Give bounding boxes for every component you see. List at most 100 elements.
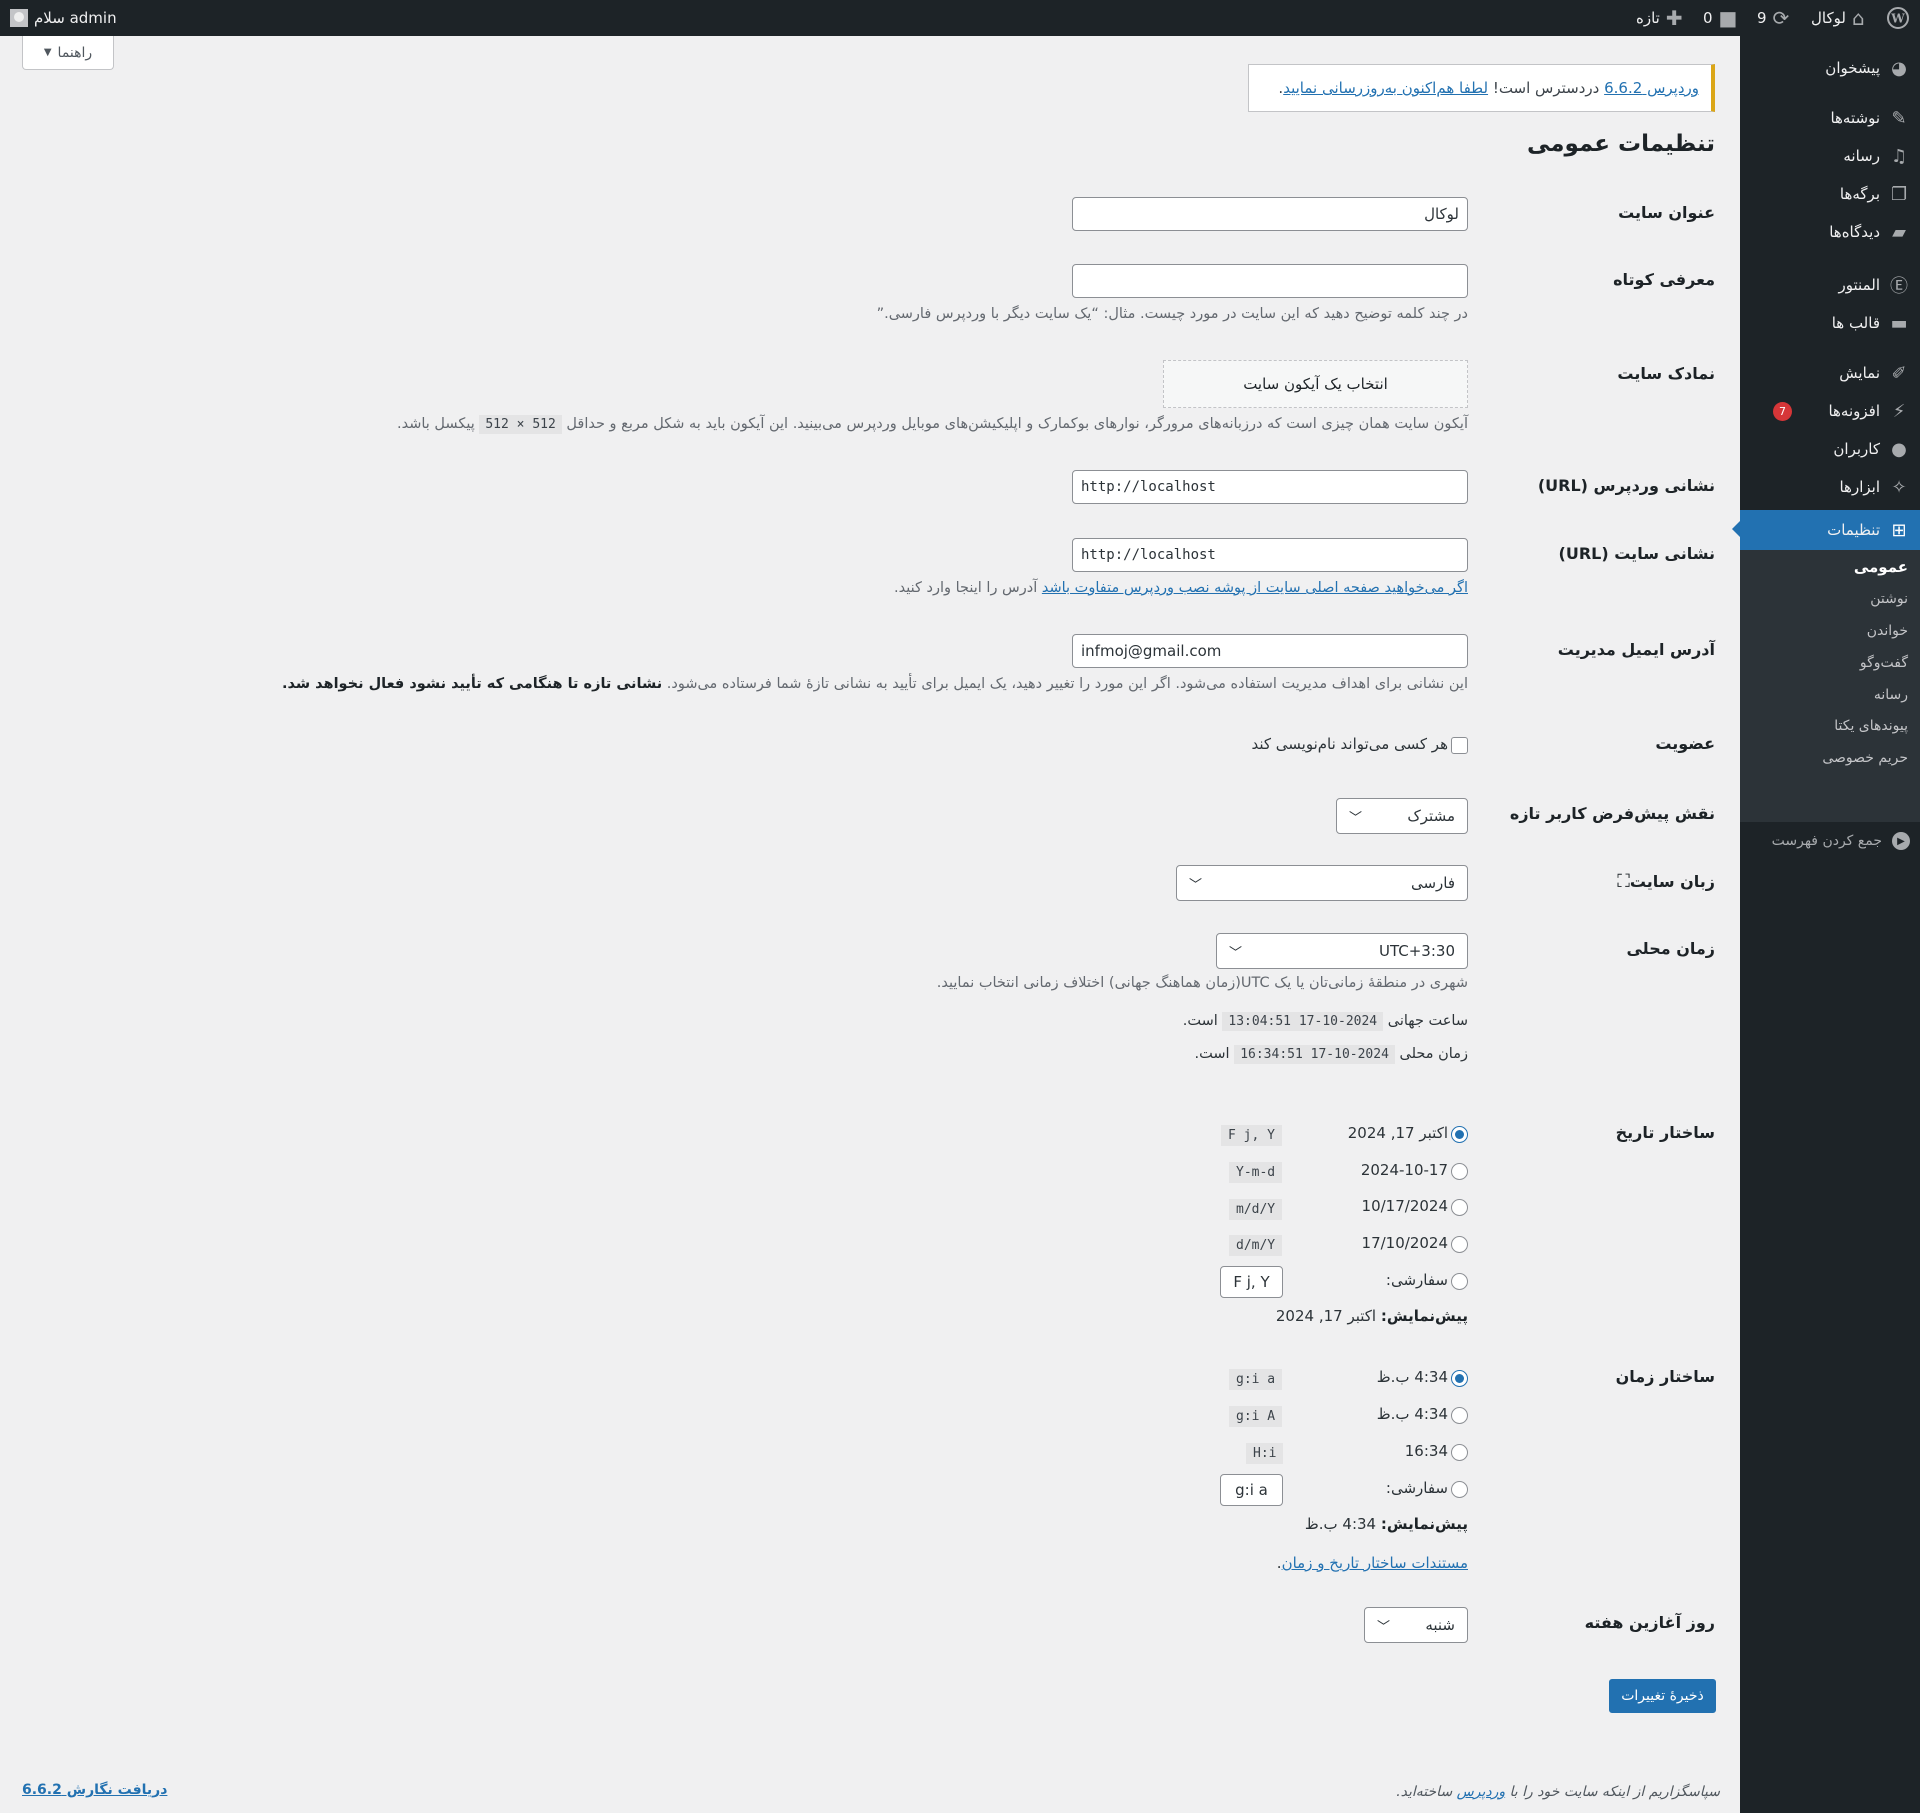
- menu-elementor[interactable]: Ⓔ المنتور: [1740, 266, 1920, 304]
- date-format-preview: پیش‌نمایش: اکتبر 17, 2024: [1276, 1307, 1468, 1325]
- submenu-writing[interactable]: نوشتن: [1870, 591, 1908, 607]
- site-language-label: زبان سایت⛶: [1475, 871, 1715, 892]
- updates-menu[interactable]: 9 ⟳: [1757, 0, 1789, 36]
- week-start-select[interactable]: شنبه ﹀: [1364, 1607, 1468, 1643]
- time-format-option-label[interactable]: 4:34 ب.ظ: [1377, 1368, 1448, 1386]
- menu-pages[interactable]: ❐ برگه‌ها: [1740, 175, 1920, 213]
- chevron-down-icon: ﹀: [1229, 946, 1243, 961]
- time-format-radio[interactable]: [1451, 1444, 1468, 1461]
- wordpress-version-link[interactable]: وردپرس 6.6.2: [1604, 79, 1699, 97]
- menu-settings[interactable]: ⊞ تنظیمات: [1732, 510, 1920, 550]
- menu-dashboard[interactable]: ◕ پیشخوان: [1740, 49, 1920, 87]
- update-now-link[interactable]: لطفا هم‌اکنون به‌روزرسانی نمایید: [1283, 79, 1488, 97]
- submenu-general[interactable]: عمومی: [1854, 558, 1908, 576]
- timezone-value: UTC+3:30: [1379, 942, 1455, 960]
- local-time-text: زمان محلی: [1394, 1046, 1468, 1062]
- submenu-reading[interactable]: خواندن: [1867, 623, 1908, 639]
- site-language-select[interactable]: فارسی ﹀: [1176, 865, 1468, 901]
- menu-label: دیدگاه‌ها: [1829, 223, 1880, 241]
- date-format-radio[interactable]: [1451, 1126, 1468, 1143]
- site-title-label: عنوان سایت: [1618, 203, 1715, 222]
- page-title: تنظیمات عمومی: [1526, 131, 1715, 157]
- svg-text:W: W: [1890, 12, 1905, 26]
- date-format-radio[interactable]: [1451, 1163, 1468, 1180]
- default-role-value: مشترک: [1407, 807, 1455, 825]
- update-notice: وردپرس 6.6.2 دردسترس است! لطفا هم‌اکنون …: [1248, 64, 1715, 112]
- menu-label: تنظیمات: [1827, 521, 1880, 539]
- default-role-select[interactable]: مشترک ﹀: [1336, 798, 1468, 834]
- date-format-radio[interactable]: [1451, 1236, 1468, 1253]
- comments-menu[interactable]: 0 ■: [1703, 0, 1737, 36]
- time-format-custom-input[interactable]: g:i a: [1220, 1474, 1283, 1506]
- admin-bar: سلام admin تازه ✚ 0 ■ 9 ⟳ لوکال ⌂ W: [0, 0, 1920, 36]
- timezone-select[interactable]: UTC+3:30 ﹀: [1216, 933, 1468, 969]
- menu-templates[interactable]: ▬ قالب ها: [1740, 304, 1920, 342]
- site-icon-label: نمادک سایت: [1617, 364, 1715, 383]
- my-account-menu[interactable]: سلام admin: [10, 0, 117, 36]
- new-content-menu[interactable]: تازه ✚: [1636, 0, 1683, 36]
- date-format-option-label[interactable]: 2024-10-17: [1361, 1161, 1448, 1179]
- menu-appearance[interactable]: ✐ نمایش: [1740, 354, 1920, 392]
- date-format-custom-label[interactable]: سفارشی:: [1386, 1271, 1448, 1289]
- week-start-value: شنبه: [1425, 1616, 1455, 1634]
- time-format-option-label[interactable]: 4:34 ب.ظ: [1377, 1405, 1448, 1423]
- time-format-code: H:i: [1246, 1443, 1284, 1464]
- wordpress-link[interactable]: وردپرس: [1457, 1784, 1505, 1800]
- site-name-menu[interactable]: لوکال ⌂: [1811, 0, 1865, 36]
- time-format-custom-label[interactable]: سفارشی:: [1386, 1479, 1448, 1497]
- comment-bubble-icon: ■: [1718, 6, 1738, 30]
- date-preview-value: اکتبر 17, 2024: [1275, 1307, 1381, 1325]
- date-format-option-label[interactable]: اکتبر 17, 2024: [1348, 1124, 1448, 1142]
- time-format-radio[interactable]: [1451, 1370, 1468, 1387]
- get-version-link[interactable]: دریافت نگارش 6.6.2: [22, 1782, 167, 1798]
- submenu-discussion[interactable]: گفت‌وگو: [1860, 655, 1908, 671]
- menu-comments[interactable]: ▰ دیدگاه‌ها: [1740, 213, 1920, 251]
- anyone-can-register-checkbox[interactable]: [1451, 737, 1468, 754]
- date-format-option-label[interactable]: 10/17/2024: [1362, 1197, 1448, 1215]
- submenu-media[interactable]: رسانه: [1874, 687, 1908, 703]
- menu-label: نمایش: [1839, 364, 1880, 382]
- menu-label: نوشته‌ها: [1830, 109, 1880, 127]
- date-format-custom-input[interactable]: F j, Y: [1220, 1266, 1283, 1298]
- tagline-input[interactable]: [1072, 264, 1468, 298]
- time-format-option-label[interactable]: 16:34: [1405, 1442, 1448, 1460]
- menu-plugins[interactable]: ⚡ افزونه‌ها 7: [1740, 392, 1920, 430]
- anyone-can-register-label[interactable]: هر کسی می‌تواند نام‌نویسی کند: [1251, 735, 1448, 753]
- submenu-privacy[interactable]: حریم خصوصی: [1822, 750, 1908, 766]
- choose-site-icon-button[interactable]: انتخاب یک آیکون سایت: [1163, 360, 1468, 408]
- site-title-input[interactable]: لوکال: [1072, 197, 1468, 231]
- date-format-radio[interactable]: [1451, 1199, 1468, 1216]
- time-format-custom-radio[interactable]: [1451, 1481, 1468, 1498]
- save-changes-button[interactable]: ذخیرهٔ تغییرات: [1609, 1679, 1716, 1713]
- collapse-label: جمع کردن فهرست: [1771, 833, 1882, 849]
- help-tab-button[interactable]: راهنما ▼: [22, 36, 114, 70]
- menu-posts[interactable]: ✎ نوشته‌ها: [1740, 99, 1920, 137]
- collapse-menu-button[interactable]: ▶ جمع کردن فهرست: [1772, 832, 1910, 850]
- menu-users[interactable]: ● کاربران: [1740, 430, 1920, 468]
- local-time-code: 2024-10-17 16:34:51: [1234, 1045, 1395, 1064]
- wordpress-url-input[interactable]: http://localhost: [1072, 470, 1468, 504]
- wordpress-logo-menu[interactable]: W: [1887, 0, 1909, 36]
- admin-email-description: این نشانی برای اهداف مدیریت استفاده می‌ش…: [282, 676, 1468, 692]
- plugins-icon: ⚡: [1892, 400, 1906, 422]
- site-url-input[interactable]: http://localhost: [1072, 538, 1468, 572]
- time-format-radio[interactable]: [1451, 1407, 1468, 1424]
- site-url-help-link[interactable]: اگر می‌خواهید صفحه اصلی سایت از پوشه نصب…: [1042, 580, 1468, 596]
- menu-label: افزونه‌ها: [1828, 402, 1880, 420]
- admin-email-input[interactable]: infmoj@gmail.com: [1072, 634, 1468, 668]
- submenu-permalinks[interactable]: پیوندهای یکتا: [1834, 718, 1908, 734]
- admin-email-desc-bold: نشانی تازه تا هنگامی که تأیید نشود فعال …: [281, 676, 663, 692]
- tagline-description: در چند کلمه توضیح دهید که این سایت در مو…: [876, 306, 1468, 322]
- admin-email-desc-text: این نشانی برای اهداف مدیریت استفاده می‌ش…: [662, 676, 1468, 692]
- date-time-docs-link[interactable]: مستندات ساختار تاریخ و زمان: [1282, 1554, 1468, 1572]
- menu-media[interactable]: ♫ رسانه: [1740, 137, 1920, 175]
- menu-tools[interactable]: ✧ ابزارها: [1740, 468, 1920, 506]
- time-format-label: ساختار زمان: [1615, 1367, 1715, 1386]
- date-format-code: F j, Y: [1221, 1125, 1282, 1146]
- pages-icon: ❐: [1890, 183, 1908, 205]
- greeting-label: سلام admin: [34, 9, 117, 27]
- date-format-option-label[interactable]: 17/10/2024: [1362, 1234, 1448, 1252]
- date-format-custom-radio[interactable]: [1451, 1273, 1468, 1290]
- time-format-code: g:i a: [1229, 1369, 1283, 1390]
- icon-size-code: 512 × 512: [479, 415, 562, 434]
